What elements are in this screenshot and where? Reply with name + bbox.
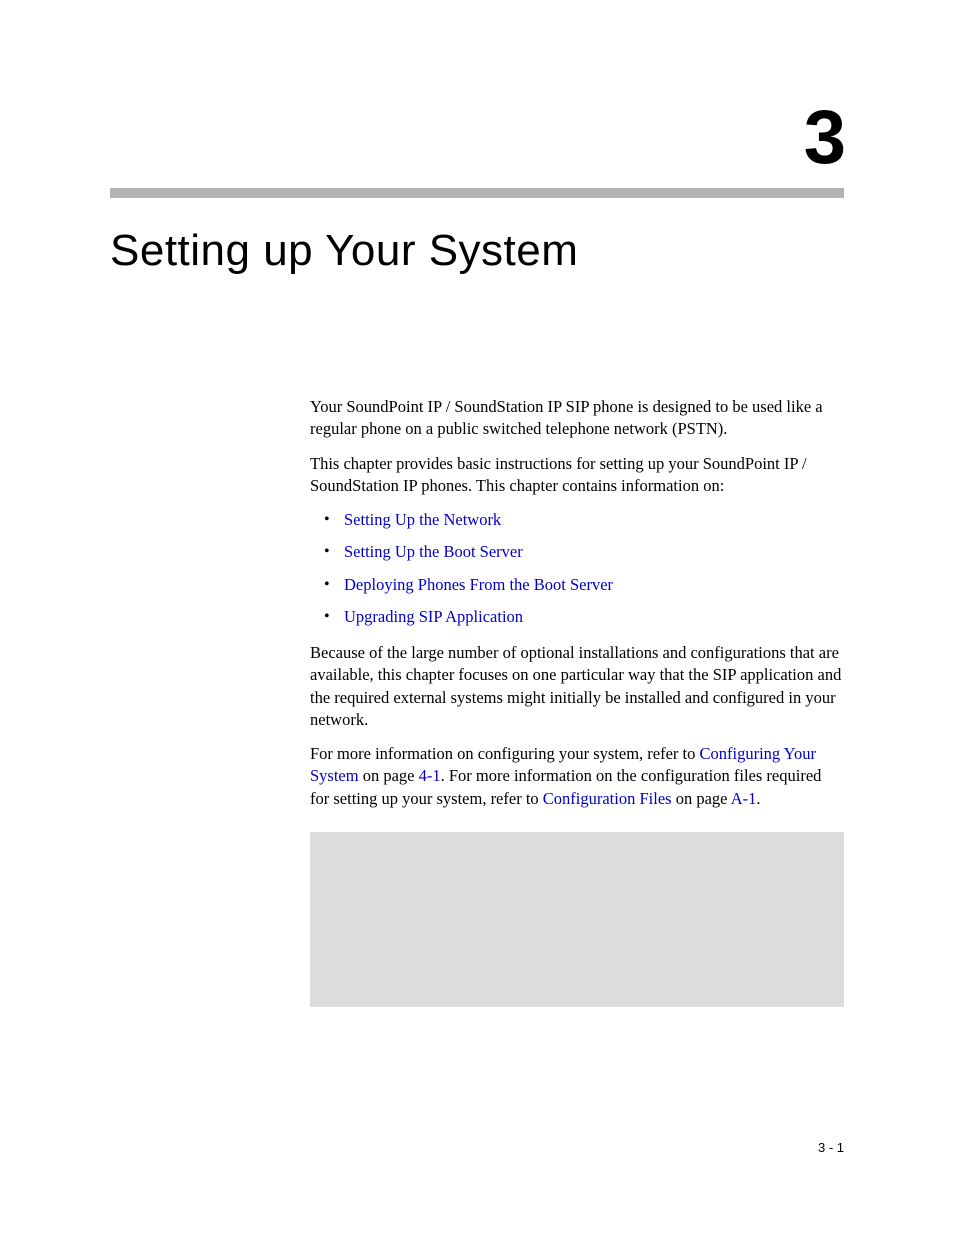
body-content: Your SoundPoint IP / SoundStation IP SIP… — [310, 396, 844, 1007]
toc-item: Setting Up the Boot Server — [328, 541, 844, 563]
placeholder-box — [310, 832, 844, 1007]
link-page-4-1[interactable]: 4-1 — [419, 766, 441, 785]
link-configuration-files[interactable]: Configuration Files — [543, 789, 672, 808]
paragraph-intro-1: Your SoundPoint IP / SoundStation IP SIP… — [310, 396, 844, 441]
paragraph-3: Because of the large number of optional … — [310, 642, 844, 731]
toc-list: Setting Up the Network Setting Up the Bo… — [310, 509, 844, 628]
page-number: 3 - 1 — [818, 1140, 844, 1155]
document-page: 3 Setting up Your System Your SoundPoint… — [0, 0, 954, 1235]
chapter-title: Setting up Your System — [110, 226, 844, 276]
link-setting-up-boot-server[interactable]: Setting Up the Boot Server — [344, 542, 523, 561]
toc-item: Setting Up the Network — [328, 509, 844, 531]
text-fragment: on page — [672, 789, 731, 808]
toc-item: Upgrading SIP Application — [328, 606, 844, 628]
link-upgrading-sip[interactable]: Upgrading SIP Application — [344, 607, 523, 626]
text-fragment: on page — [359, 766, 419, 785]
link-setting-up-network[interactable]: Setting Up the Network — [344, 510, 501, 529]
text-fragment: For more information on configuring your… — [310, 744, 700, 763]
link-deploying-phones[interactable]: Deploying Phones From the Boot Server — [344, 575, 613, 594]
text-fragment: . — [756, 789, 760, 808]
horizontal-rule — [110, 188, 844, 198]
link-page-a-1[interactable]: A-1 — [731, 789, 757, 808]
paragraph-intro-2: This chapter provides basic instructions… — [310, 453, 844, 498]
toc-item: Deploying Phones From the Boot Server — [328, 574, 844, 596]
paragraph-4: For more information on configuring your… — [310, 743, 844, 810]
chapter-number: 3 — [110, 100, 844, 176]
